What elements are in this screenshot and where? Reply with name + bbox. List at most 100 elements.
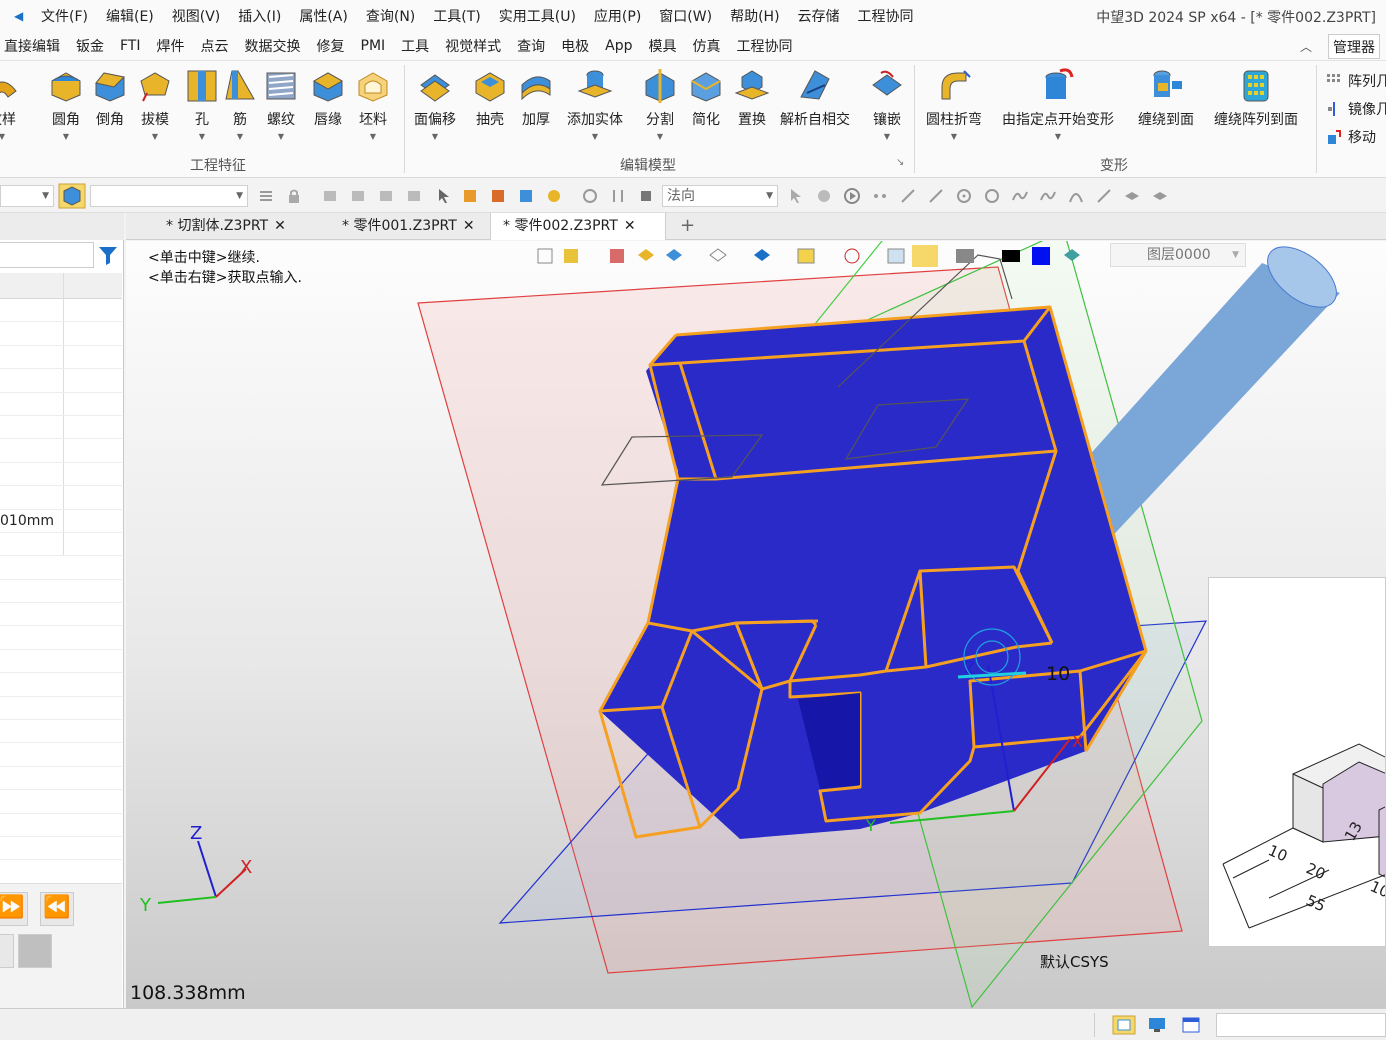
- draft-button[interactable]: 拔模 ▼: [137, 67, 173, 141]
- menu-tools[interactable]: 工具(T): [424, 6, 489, 26]
- table-row[interactable]: [0, 580, 122, 604]
- select-body-icon[interactable]: [406, 188, 422, 204]
- arc-icon[interactable]: [1068, 188, 1084, 204]
- table-row[interactable]: [0, 462, 122, 487]
- layer-stack2-icon[interactable]: [1152, 188, 1168, 204]
- emboss-button[interactable]: 镶嵌 ▼: [869, 67, 905, 141]
- table-row[interactable]: [0, 767, 122, 791]
- point-icon[interactable]: [872, 188, 888, 204]
- select-face-icon[interactable]: [378, 188, 394, 204]
- search-input[interactable]: [0, 242, 94, 268]
- table-row[interactable]: [0, 626, 122, 650]
- selection-combo[interactable]: ▼: [90, 185, 248, 207]
- group-expand-icon[interactable]: ↘: [896, 157, 904, 168]
- collapse-ribbon-icon[interactable]: ︿: [1300, 38, 1312, 55]
- pattern-geometry-button[interactable]: 阵列几: [1326, 71, 1386, 91]
- snap-icon[interactable]: [582, 188, 598, 204]
- circle-icon[interactable]: [984, 188, 1000, 204]
- line2-icon[interactable]: [928, 188, 944, 204]
- pointer-icon[interactable]: [436, 188, 452, 204]
- lip-button[interactable]: 唇缘: [310, 67, 346, 129]
- rotate-icon[interactable]: [816, 188, 832, 204]
- table-row[interactable]: [0, 790, 122, 814]
- chamfer-button[interactable]: 倒角: [92, 67, 128, 129]
- tab-app[interactable]: App: [603, 38, 644, 54]
- tab-fti[interactable]: FTI: [118, 38, 153, 54]
- table-row[interactable]: [0, 837, 122, 861]
- tab-mold[interactable]: 模具: [647, 36, 689, 56]
- cylinder-bend-button[interactable]: 圆柱折弯 ▼: [926, 67, 982, 141]
- tab-tools[interactable]: 工具: [399, 36, 441, 56]
- dimension-value[interactable]: 10: [1046, 663, 1070, 685]
- view-toolbar[interactable]: [536, 245, 1096, 267]
- table-row[interactable]: [0, 556, 122, 580]
- command-input-icon[interactable]: [1112, 1015, 1136, 1035]
- spline-icon[interactable]: [1012, 188, 1028, 204]
- panel-button-b[interactable]: [18, 934, 52, 968]
- wrap-pattern-button[interactable]: 缠绕阵列到面: [1214, 67, 1298, 129]
- tab-visual-style[interactable]: 视觉样式: [443, 36, 513, 56]
- tab-data-exchange[interactable]: 数据交换: [243, 36, 313, 56]
- rib-button[interactable]: 筋 ▼: [222, 67, 258, 141]
- fast-forward-button[interactable]: ⏩: [0, 892, 28, 926]
- add-solid-button[interactable]: 添加实体 ▼: [567, 67, 623, 141]
- properties-icon[interactable]: [490, 188, 506, 204]
- lock-filter-icon[interactable]: [286, 188, 302, 204]
- table-row[interactable]: [0, 369, 122, 393]
- table-row[interactable]: [0, 322, 122, 346]
- menu-window[interactable]: 窗口(W): [650, 6, 721, 26]
- hole-button[interactable]: 孔 ▼: [184, 67, 220, 141]
- offset-face-button[interactable]: 面偏移 ▼: [414, 67, 456, 141]
- tab-repair[interactable]: 修复: [315, 36, 357, 56]
- table-row[interactable]: [0, 345, 122, 370]
- add-tab-icon[interactable]: +: [680, 215, 695, 236]
- table-row[interactable]: [0, 743, 122, 767]
- simplify-button[interactable]: 简化: [688, 67, 724, 129]
- tab-electrode[interactable]: 电极: [559, 36, 601, 56]
- align-icon[interactable]: [610, 188, 626, 204]
- menu-edit[interactable]: 编辑(E): [97, 6, 163, 26]
- move-button[interactable]: 移动: [1326, 127, 1376, 147]
- table-row[interactable]: [0, 392, 122, 416]
- tab-part001-doc[interactable]: * 零件001.Z3PRT ✕: [330, 213, 487, 240]
- tab-weldment[interactable]: 焊件: [155, 36, 197, 56]
- play-icon[interactable]: [844, 188, 860, 204]
- tab-query[interactable]: 查询: [515, 36, 557, 56]
- layer-select[interactable]: 图层0000 ▼: [1110, 243, 1246, 267]
- table-row[interactable]: [0, 415, 122, 440]
- menu-utilities[interactable]: 实用工具(U): [490, 6, 585, 26]
- window-list-icon[interactable]: [1182, 1017, 1200, 1033]
- tab-direct-edit[interactable]: 直接编辑: [2, 36, 72, 56]
- menu-back-arrow-icon[interactable]: ◀: [14, 9, 32, 23]
- menu-help[interactable]: 帮助(H): [721, 6, 788, 26]
- table-row[interactable]: [0, 650, 122, 674]
- menu-attribute[interactable]: 属性(A): [290, 6, 357, 26]
- filter-combo[interactable]: ▼: [0, 185, 54, 207]
- manager-button[interactable]: 管理器: [1328, 34, 1380, 59]
- split-button[interactable]: 分割 ▼: [642, 67, 678, 141]
- line-icon[interactable]: [900, 188, 916, 204]
- shell-button[interactable]: 抽壳: [472, 67, 508, 129]
- circle-center-icon[interactable]: [956, 188, 972, 204]
- command-input[interactable]: [1216, 1013, 1386, 1037]
- table-row[interactable]: [0, 720, 122, 744]
- select-edge-icon[interactable]: [350, 188, 366, 204]
- menu-query[interactable]: 查询(N): [357, 6, 424, 26]
- thicken-button[interactable]: 加厚: [518, 67, 554, 129]
- tab-simulation[interactable]: 仿真: [691, 36, 733, 56]
- menu-apps[interactable]: 应用(P): [585, 6, 650, 26]
- monitor-icon[interactable]: [1148, 1017, 1166, 1033]
- tab-part002-doc[interactable]: * 零件002.Z3PRT ✕: [490, 213, 666, 240]
- table-row[interactable]: [0, 697, 122, 721]
- table-row[interactable]: [0, 299, 122, 323]
- table-row[interactable]: [0, 486, 122, 510]
- select-point-icon[interactable]: [322, 188, 338, 204]
- table-row[interactable]: [0, 603, 122, 627]
- tab-sheet-metal[interactable]: 钣金: [74, 36, 116, 56]
- close-icon[interactable]: ✕: [274, 218, 286, 234]
- thread-button[interactable]: 螺纹 ▼: [263, 67, 299, 141]
- filter-funnel-icon[interactable]: [96, 243, 120, 267]
- tab-cut-body-doc[interactable]: * 切割体.Z3PRT ✕: [154, 213, 298, 240]
- deform-from-point-button[interactable]: 由指定点开始变形 ▼: [1002, 67, 1114, 141]
- menu-cloud[interactable]: 云存储: [789, 6, 849, 26]
